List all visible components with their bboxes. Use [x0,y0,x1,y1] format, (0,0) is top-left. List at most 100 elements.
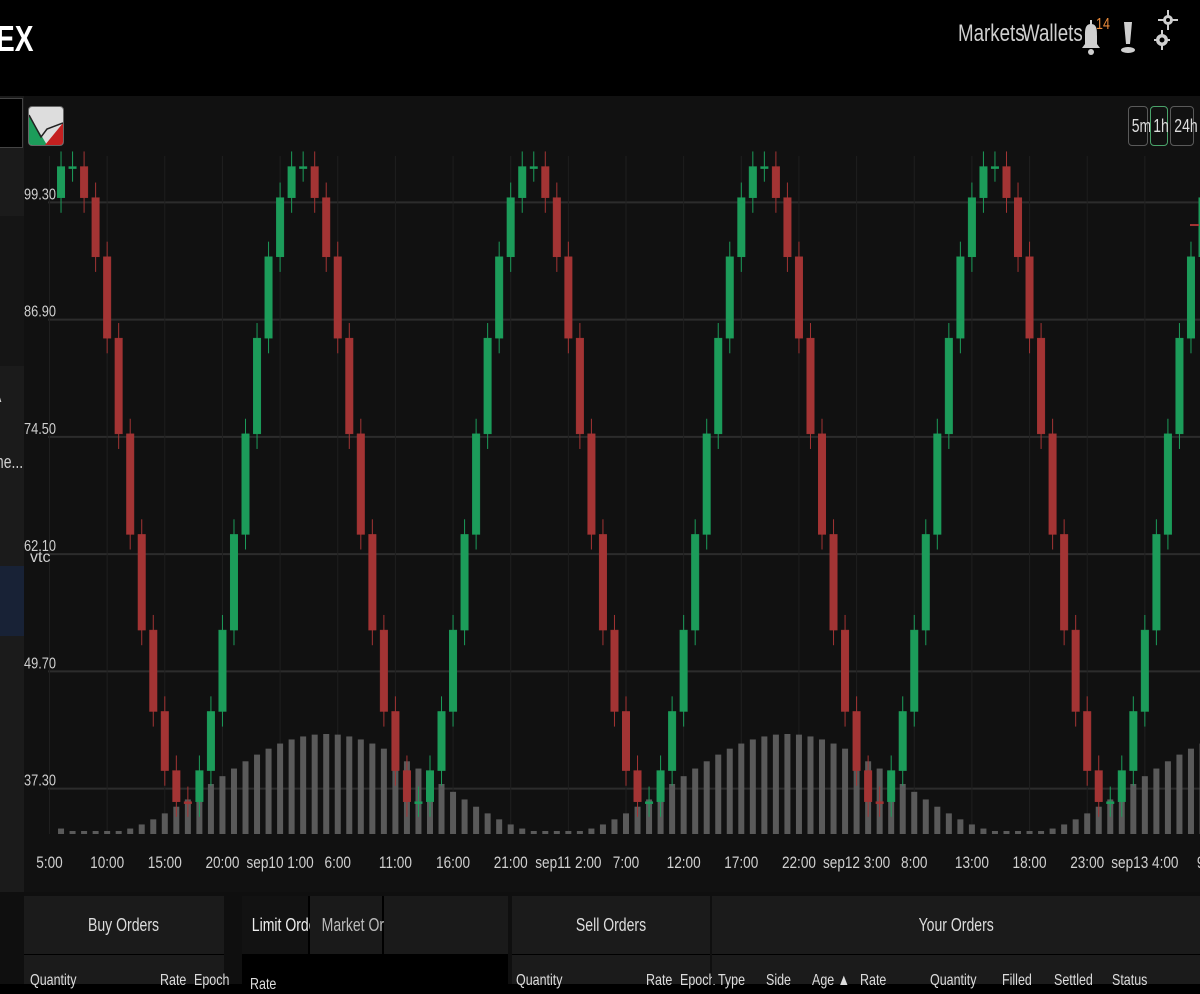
candle-body[interactable] [899,711,907,770]
candle-body[interactable] [945,338,953,434]
candle-body[interactable] [749,167,757,198]
candle-body[interactable] [311,167,319,198]
candle-body[interactable] [622,711,630,770]
candle-body[interactable] [726,257,734,338]
candle-body[interactable] [691,534,699,630]
candle-body[interactable] [1130,711,1138,770]
candle-body[interactable] [346,338,354,434]
candle-body[interactable] [369,534,377,630]
candle-body[interactable] [1153,534,1161,630]
candle-body[interactable] [738,198,746,257]
candle-body[interactable] [807,338,815,434]
candle-body[interactable] [911,630,919,711]
candle-body[interactable] [403,771,411,802]
candle-body[interactable] [611,630,619,711]
candle-body[interactable] [219,630,227,711]
candle-body[interactable] [1049,434,1057,535]
candlestick-chart[interactable]: 99.3086.9074.5062.1049.7037.30vtc 5:0010… [24,96,1200,892]
candle-body[interactable] [126,434,133,535]
candle-body[interactable] [230,534,238,630]
candle-body[interactable] [841,630,849,711]
candle-body[interactable] [853,711,861,770]
candle-body[interactable] [380,630,388,711]
timeframe-1h-button[interactable]: 1h [1150,106,1168,146]
timeframe-24h-button[interactable]: 24h [1170,106,1194,146]
candle-body[interactable] [196,771,204,802]
candle-body[interactable] [818,434,826,535]
candle-body[interactable] [634,771,642,802]
candle-body[interactable] [714,338,722,434]
timeframe-5m-button[interactable]: 5m [1128,106,1148,146]
candle-body[interactable] [299,167,307,169]
candle-body[interactable] [80,167,88,198]
candle-body[interactable] [934,434,942,535]
candle-body[interactable] [1176,338,1184,434]
candle-body[interactable] [288,167,296,198]
candle-body[interactable] [472,434,480,535]
market-search-input[interactable] [0,98,23,148]
candle-body[interactable] [426,771,434,802]
sidebar-selected-market[interactable] [0,566,24,636]
candle-body[interactable] [115,338,123,434]
candle-body[interactable] [830,534,838,630]
candle-body[interactable] [415,802,423,804]
candle-body[interactable] [542,167,550,198]
candle-body[interactable] [161,711,169,770]
candle-body[interactable] [518,167,526,198]
alert-icon[interactable] [1118,18,1138,58]
candle-body[interactable] [103,257,111,338]
candle-body[interactable] [588,434,596,535]
candle-body[interactable] [1060,534,1068,630]
candle-body[interactable] [599,534,607,630]
candle-body[interactable] [968,198,976,257]
candle-body[interactable] [173,771,181,802]
candle-body[interactable] [1014,198,1022,257]
candle-body[interactable] [334,257,342,338]
candle-body[interactable] [1164,434,1172,535]
candle-body[interactable] [449,630,457,711]
candle-body[interactable] [495,257,503,338]
candle-body[interactable] [864,771,872,802]
candle-body[interactable] [207,711,215,770]
candle-body[interactable] [876,802,884,804]
candle-body[interactable] [1095,771,1103,802]
gear-icon[interactable] [1154,8,1178,56]
candle-body[interactable] [1083,711,1091,770]
candle-body[interactable] [1037,338,1045,434]
candle-body[interactable] [507,198,515,257]
candle-body[interactable] [438,711,446,770]
candle-body[interactable] [242,434,250,535]
tab-market-order[interactable]: Market Order [310,896,382,954]
candle-body[interactable] [1003,167,1011,198]
candle-body[interactable] [1026,257,1034,338]
candle-body[interactable] [57,167,65,198]
candle-body[interactable] [392,711,400,770]
candle-body[interactable] [645,802,653,804]
candle-body[interactable] [69,167,77,169]
candle-body[interactable] [576,338,584,434]
chart-type-toggle-button[interactable] [28,106,64,146]
candle-body[interactable] [276,198,284,257]
candle-body[interactable] [680,630,688,711]
tab-limit-order[interactable]: Limit Order [242,896,308,954]
candle-body[interactable] [553,198,561,257]
candle-body[interactable] [92,198,100,257]
candle-body[interactable] [138,534,146,630]
candle-body[interactable] [668,711,676,770]
candle-body[interactable] [322,198,330,257]
candle-body[interactable] [772,167,780,198]
candle-body[interactable] [761,167,769,169]
candle-body[interactable] [265,257,273,338]
candle-body[interactable] [150,630,158,711]
candle-body[interactable] [253,338,260,434]
candle-body[interactable] [565,257,573,338]
candle-body[interactable] [530,167,538,169]
candle-body[interactable] [991,167,999,169]
candle-body[interactable] [1187,257,1195,338]
candle-body[interactable] [980,167,988,198]
candle-body[interactable] [484,338,492,434]
app-logo[interactable]: EX [0,18,44,60]
candle-body[interactable] [887,771,895,802]
candle-body[interactable] [657,771,665,802]
candle-body[interactable] [1118,771,1126,802]
